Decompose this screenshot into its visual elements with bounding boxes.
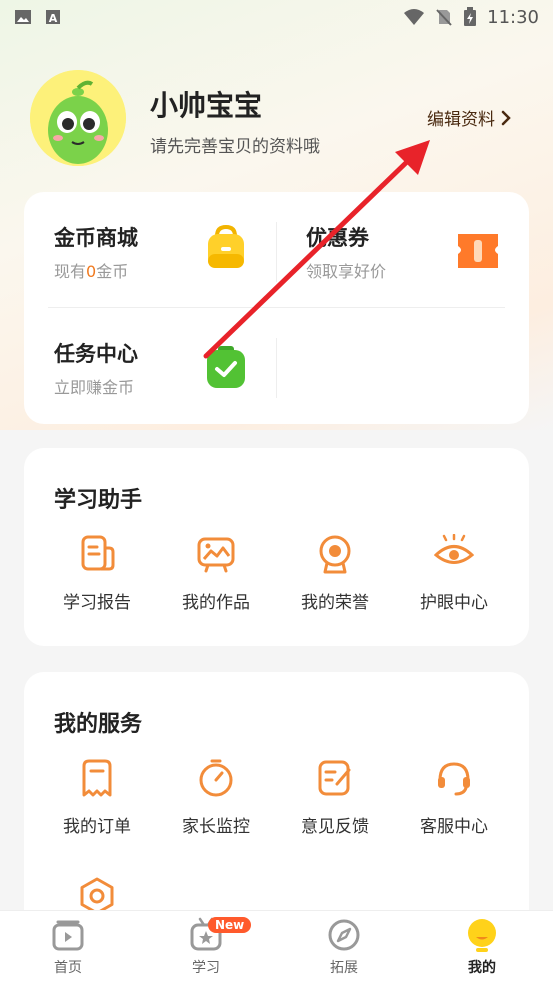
avatar[interactable] bbox=[30, 70, 126, 166]
new-badge: New bbox=[208, 917, 252, 933]
divider bbox=[276, 222, 277, 282]
study-helper-title: 学习助手 bbox=[54, 488, 143, 513]
edit-profile-label: 编辑资料 bbox=[427, 110, 495, 130]
coin-mall-sub-prefix: 现有 bbox=[54, 262, 87, 281]
profile-tip: 请先完善宝贝的资料哦 bbox=[150, 137, 320, 157]
tab-me[interactable]: 我的 bbox=[442, 917, 522, 977]
eye-icon bbox=[434, 534, 474, 564]
tab-me-label: 我的 bbox=[468, 960, 496, 976]
edit-profile-button[interactable]: 编辑资料 bbox=[427, 105, 511, 130]
avatar-character-icon bbox=[30, 70, 126, 166]
coin-mall-title: 金币商城 bbox=[54, 226, 138, 250]
compass-icon bbox=[328, 919, 360, 951]
my-works-label: 我的作品 bbox=[182, 593, 250, 613]
task-check-icon bbox=[207, 346, 245, 388]
tab-study[interactable]: New 学习 bbox=[166, 917, 252, 977]
coupon-entry[interactable]: 优惠券 领取享好价 bbox=[306, 192, 526, 282]
tab-explore-label: 拓展 bbox=[330, 960, 358, 976]
profile-header: 小帅宝宝 请先完善宝贝的资料哦 编辑资料 bbox=[30, 70, 530, 170]
feedback-icon bbox=[318, 760, 351, 796]
wifi-icon bbox=[404, 9, 425, 25]
home-play-icon bbox=[52, 920, 84, 951]
task-center-sub: 立即赚金币 bbox=[54, 378, 135, 397]
nickname: 小帅宝宝 bbox=[150, 89, 263, 122]
task-center-title: 任务中心 bbox=[54, 342, 138, 366]
bottom-tab-bar: 首页 New 学习 拓展 我的 bbox=[0, 910, 553, 983]
coin-mall-sub-suffix: 金币 bbox=[96, 262, 129, 281]
shopping-bag-icon bbox=[208, 224, 244, 268]
tab-study-label: 学习 bbox=[192, 960, 220, 976]
svg-text:A: A bbox=[49, 12, 58, 25]
coin-count: 0 bbox=[86, 262, 97, 281]
divider bbox=[276, 338, 277, 398]
parent-monitor-item[interactable]: 家长监控 bbox=[161, 758, 271, 837]
feedback-label: 意见反馈 bbox=[301, 817, 369, 837]
coin-mall-entry[interactable]: 金币商城 现有0金币 bbox=[54, 192, 274, 282]
feedback-item[interactable]: 意见反馈 bbox=[280, 758, 390, 837]
no-sim-icon bbox=[436, 9, 452, 26]
chevron-right-icon bbox=[501, 110, 511, 125]
report-icon bbox=[81, 535, 115, 571]
my-honors-item[interactable]: 我的荣誉 bbox=[280, 534, 390, 613]
eye-care-label: 护眼中心 bbox=[420, 593, 488, 613]
image-icon bbox=[15, 10, 31, 24]
my-services-card: 我的服务 我的订单 家长监控 意见反馈 客服中心 bbox=[24, 672, 529, 932]
eye-care-item[interactable]: 护眼中心 bbox=[399, 534, 509, 613]
honor-icon bbox=[319, 535, 351, 574]
status-time: 11:30 bbox=[487, 6, 539, 28]
study-report-item[interactable]: 学习报告 bbox=[42, 534, 152, 613]
task-center-entry[interactable]: 任务中心 立即赚金币 bbox=[54, 308, 274, 398]
my-works-item[interactable]: 我的作品 bbox=[161, 534, 271, 613]
my-orders-label: 我的订单 bbox=[63, 817, 131, 837]
tab-home-label: 首页 bbox=[54, 960, 82, 976]
timer-icon bbox=[199, 759, 233, 797]
study-helper-card: 学习助手 学习报告 我的作品 我的荣誉 护眼中心 bbox=[24, 448, 529, 646]
me-icon bbox=[468, 919, 496, 952]
a-icon: A bbox=[46, 10, 60, 25]
headset-icon bbox=[438, 762, 470, 796]
study-report-label: 学习报告 bbox=[63, 593, 131, 613]
coin-mall-sub: 现有0金币 bbox=[54, 258, 128, 282]
battery-charging-icon bbox=[464, 7, 477, 26]
customer-service-item[interactable]: 客服中心 bbox=[399, 758, 509, 837]
coupon-sub: 领取享好价 bbox=[306, 262, 387, 281]
my-orders-item[interactable]: 我的订单 bbox=[42, 758, 152, 837]
coupon-icon bbox=[458, 234, 498, 268]
tab-home[interactable]: 首页 bbox=[28, 917, 108, 977]
quick-entries-card: 金币商城 现有0金币 优惠券 领取享好价 任务中心 立即赚金币 bbox=[24, 192, 529, 424]
customer-service-label: 客服中心 bbox=[420, 817, 488, 837]
my-services-title: 我的服务 bbox=[54, 712, 143, 737]
status-bar: A 11:30 bbox=[0, 0, 553, 34]
tab-explore[interactable]: 拓展 bbox=[304, 917, 384, 977]
artwork-icon bbox=[197, 537, 235, 573]
parent-monitor-label: 家长监控 bbox=[182, 817, 250, 837]
coupon-title: 优惠券 bbox=[306, 226, 369, 250]
order-icon bbox=[82, 759, 112, 797]
my-honors-label: 我的荣誉 bbox=[301, 593, 369, 613]
